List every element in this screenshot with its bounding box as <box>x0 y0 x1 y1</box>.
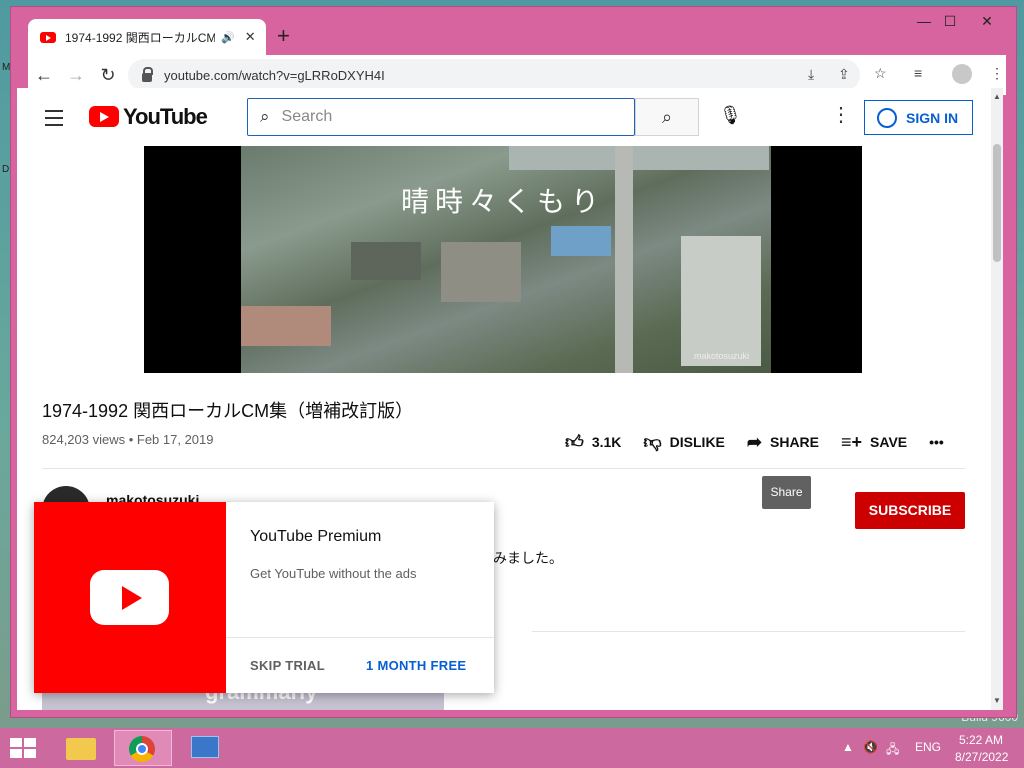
search-button[interactable]: ⌕ <box>635 98 699 136</box>
microphone-icon[interactable]: 🎙 <box>719 105 742 126</box>
reload-icon[interactable]: ↻ <box>92 65 124 86</box>
lock-icon[interactable] <box>142 66 153 82</box>
like-button[interactable]: 👍︎ 3.1K <box>565 431 621 453</box>
address-bar[interactable]: youtube.com/watch?v=gLRRoDXYH4I ⤓ ⇪ <box>128 59 860 91</box>
thumbs-up-icon: 👍︎ <box>565 432 584 452</box>
folder-icon <box>66 738 96 760</box>
youtube-wordmark[interactable]: YouTube <box>123 104 208 130</box>
youtube-play-icon <box>90 570 169 625</box>
tab-title: 1974-1992 関西ローカルCM集 <box>65 30 215 45</box>
scroll-thumb[interactable] <box>993 144 1001 262</box>
youtube-favicon-icon <box>40 31 56 43</box>
dislike-button[interactable]: 👎︎ DISLIKE <box>643 431 725 453</box>
video-caption: 晴時々くもり <box>401 185 606 218</box>
browser-tab[interactable]: 1974-1992 関西ローカルCM集 🔊 ✕ <box>28 19 266 55</box>
one-month-free-button[interactable]: 1 MONTH FREE <box>366 658 466 673</box>
page-scrollbar[interactable]: ▲ ▼ <box>991 88 1003 710</box>
clock-time[interactable]: 5:22 AM <box>959 733 1003 747</box>
premium-subtitle: Get YouTube without the ads <box>250 566 417 581</box>
share-label: SHARE <box>770 434 820 450</box>
divider <box>532 631 965 632</box>
video-frame: 晴時々くもり makotosuzuki <box>241 146 771 373</box>
playlist-add-icon: ≡+ <box>841 431 863 452</box>
video-meta: 824,203 views • Feb 17, 2019 <box>42 432 214 447</box>
divider <box>42 468 965 469</box>
share-button[interactable]: ➦ SHARE <box>747 432 819 453</box>
share-page-icon[interactable]: ⇪ <box>838 66 850 83</box>
reading-list-icon[interactable]: ≡ <box>914 65 922 81</box>
taskbar-control-panel[interactable] <box>176 730 234 766</box>
close-tab-icon[interactable]: ✕ <box>245 29 256 45</box>
taskbar-chrome[interactable] <box>114 730 172 766</box>
install-icon[interactable]: ⤓ <box>808 66 814 83</box>
sign-in-button[interactable]: SIGN IN <box>864 100 973 135</box>
bookmark-star-icon[interactable]: ☆ <box>874 65 887 82</box>
youtube-premium-popup: YouTube Premium Get YouTube without the … <box>34 502 494 693</box>
speaker-icon[interactable]: 🔊 <box>221 31 235 44</box>
search-box[interactable]: ⌕ <box>247 98 635 136</box>
desktop-icon-label: D <box>2 164 10 175</box>
browser-menu-icon[interactable]: ⋮ <box>990 65 1004 82</box>
close-window-button[interactable]: ✕ <box>972 13 1002 30</box>
like-count: 3.1K <box>591 434 622 450</box>
youtube-masthead: YouTube ⌕ ⌕ 🎙 ⋮ SIGN IN <box>17 88 991 146</box>
share-arrow-icon: ➦ <box>746 431 762 452</box>
sign-in-label: SIGN IN <box>906 109 959 126</box>
clock-date[interactable]: 8/27/2022 <box>955 750 1008 764</box>
scroll-up-arrow-icon[interactable]: ▲ <box>993 92 1001 101</box>
control-panel-icon <box>191 736 219 758</box>
scroll-down-arrow-icon[interactable]: ▼ <box>993 696 1001 705</box>
maximize-button[interactable]: ☐ <box>935 13 965 30</box>
video-description: みました。 <box>493 550 563 566</box>
video-watermark: makotosuzuki <box>693 351 749 361</box>
more-actions-icon[interactable]: ••• <box>929 434 944 450</box>
hamburger-menu-icon[interactable] <box>45 110 63 131</box>
url-text[interactable]: youtube.com/watch?v=gLRRoDXYH4I <box>164 68 385 83</box>
thumbs-down-icon: 👎︎ <box>643 432 662 452</box>
account-circle-icon <box>877 107 897 128</box>
search-input[interactable] <box>279 107 604 127</box>
skip-trial-button[interactable]: SKIP TRIAL <box>250 658 325 673</box>
share-tooltip: Share <box>762 476 811 509</box>
back-arrow-icon[interactable]: ← <box>28 65 60 86</box>
search-icon: ⌕ <box>260 107 270 126</box>
windows-start-icon[interactable] <box>10 738 38 760</box>
subscribe-button[interactable]: SUBSCRIBE <box>855 492 965 529</box>
forward-arrow-icon[interactable]: → <box>60 65 92 86</box>
divider <box>226 637 494 638</box>
new-tab-button[interactable]: + <box>277 23 290 49</box>
language-indicator[interactable]: ENG <box>915 740 941 754</box>
premium-banner <box>34 502 226 693</box>
premium-title: YouTube Premium <box>250 528 382 545</box>
volume-muted-icon[interactable]: 🔇 <box>863 740 878 754</box>
save-button[interactable]: ≡+ SAVE <box>841 432 907 453</box>
taskbar-file-explorer[interactable] <box>52 730 110 766</box>
windows-taskbar: ▲ 🔇 🖧 ENG 5:22 AM 8/27/2022 <box>0 728 1024 768</box>
save-label: SAVE <box>870 434 908 450</box>
video-actions: 👍︎ 3.1K 👎︎ DISLIKE ➦ SHARE ≡+ SAVE ••• <box>565 431 966 453</box>
video-player[interactable]: 晴時々くもり makotosuzuki <box>144 146 862 373</box>
settings-menu-icon[interactable]: ⋮ <box>831 102 851 127</box>
tray-overflow-icon[interactable]: ▲ <box>842 740 854 754</box>
video-title: 1974-1992 関西ローカルCM集（増補改訂版） <box>42 401 414 421</box>
youtube-logo-icon[interactable] <box>89 106 119 127</box>
network-icon[interactable]: 🖧 <box>886 740 899 761</box>
chrome-icon <box>129 736 155 762</box>
dislike-label: DISLIKE <box>669 434 725 450</box>
profile-avatar[interactable] <box>952 64 972 84</box>
